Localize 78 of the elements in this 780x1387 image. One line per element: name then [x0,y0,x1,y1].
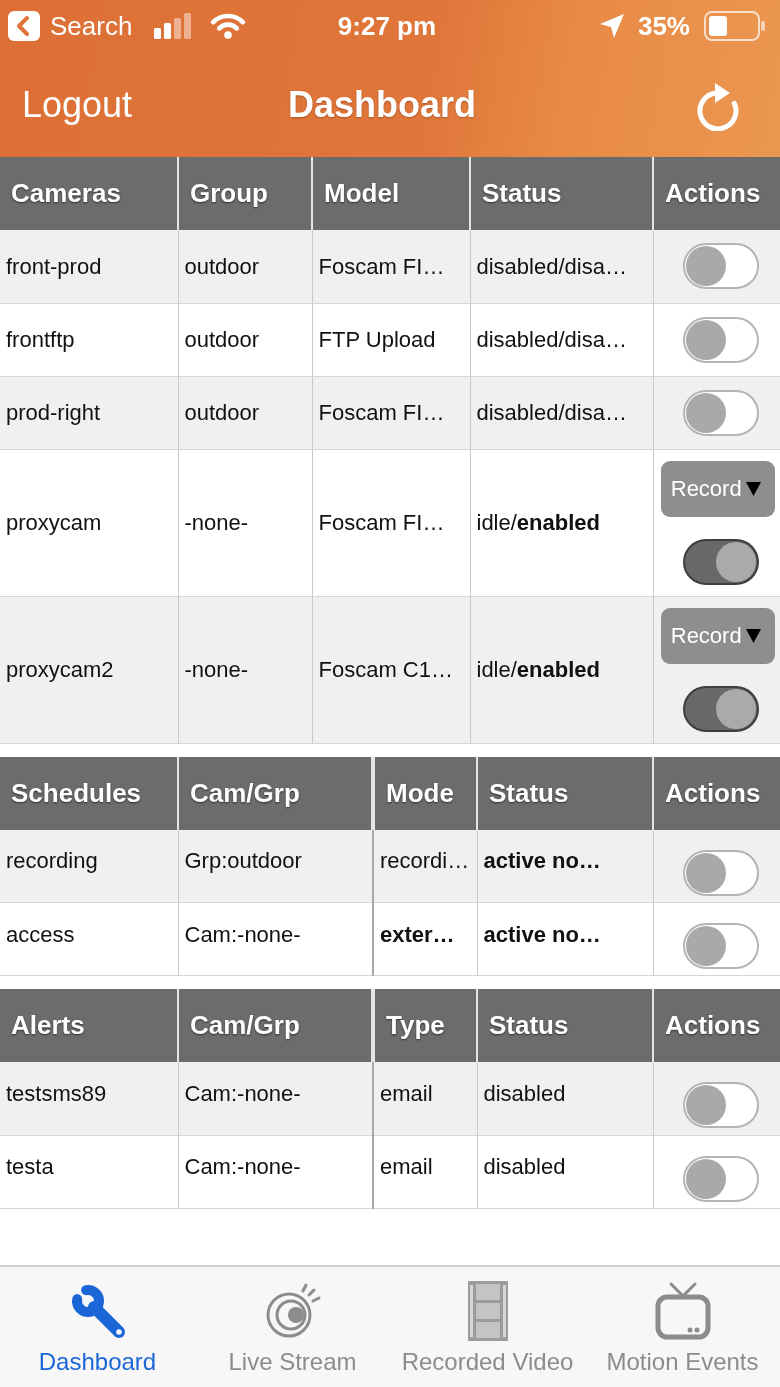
table-cell: exter… [373,902,477,976]
column-header: Type [373,989,477,1062]
table-cell: proxycam2 [0,596,178,743]
table-cell: disabled [477,1062,653,1135]
tab-button[interactable]: Motion Events [585,1267,780,1387]
table-cell: frontftp [0,303,178,376]
battery-icon [704,11,766,41]
toggle-switch[interactable] [682,316,759,363]
table-cell: active no… [477,902,653,976]
table-cell: front-prod [0,230,178,303]
page-title: Dashboard [287,84,476,125]
table-cell: Cam:-none- [178,902,373,976]
wifi-icon [210,12,247,40]
table-cell: access [0,902,178,976]
column-header: Actions [653,756,780,830]
table-cell: proxycam [0,449,178,596]
toggle-switch[interactable] [682,1082,759,1129]
table-cell: disabled/disa… [470,376,653,449]
table-cell: recordi… [373,829,477,903]
column-header: Mode [373,756,477,830]
toggle-switch[interactable] [682,243,759,290]
table-cell: testsms89 [0,1062,178,1135]
table-cell: email [373,1135,477,1208]
caret-icon [745,628,761,643]
battery-percent: 35% [637,9,690,43]
signal-icon [154,13,193,39]
table-cell: recording [0,829,178,903]
back-icon [8,11,40,41]
back-button[interactable]: Search [8,11,133,41]
table-cell: testa [0,1135,178,1208]
column-header: Actions [653,157,780,230]
column-header: Group [178,157,312,230]
column-header: Status [477,989,653,1062]
table-cell: FTP Upload [312,303,470,376]
table-cell: Cam:-none- [178,1135,373,1208]
column-header: Alerts [0,989,178,1062]
column-header: Actions [653,989,780,1062]
tab-button[interactable]: Dashboard [0,1267,195,1387]
table-cell: disabled/disa… [470,303,653,376]
caret-icon [745,481,761,496]
toggle-switch[interactable] [682,849,759,896]
table-cell: prod-right [0,376,178,449]
table-cell: active no… [477,829,653,903]
table-cell: -none- [178,449,312,596]
toggle-switch[interactable] [682,389,759,436]
table-cell: Foscam FI… [312,449,470,596]
column-header: Status [477,756,653,830]
table-cell: Foscam FI… [312,230,470,303]
column-header: Model [312,157,470,230]
tv-icon [654,1281,711,1341]
table-cell: -none- [178,596,312,743]
tab-button[interactable]: Recorded Video [390,1267,585,1387]
column-header: Status [470,157,653,230]
status-time: 9:27 pm [337,9,437,43]
table-cell: Foscam FI… [312,376,470,449]
toggle-switch[interactable] [682,538,759,585]
toggle-switch[interactable] [682,1155,759,1202]
logout-button[interactable]: Logout [22,84,133,125]
table-cell: disabled [477,1135,653,1208]
column-header: Cameras [0,157,178,230]
film-strip-icon [467,1281,508,1341]
column-header: Cam/Grp [178,756,373,830]
table-cell: idle/enabled [470,596,653,743]
table-cell: outdoor [178,303,312,376]
column-header: Schedules [0,756,178,830]
table-cell: outdoor [178,230,312,303]
table-cell: idle/enabled [470,449,653,596]
record-dropdown[interactable]: Record [660,607,775,664]
table-cell: outdoor [178,376,312,449]
table-cell: Foscam C1… [312,596,470,743]
table-cell: email [373,1062,477,1135]
tab-button[interactable]: Live Stream [195,1267,390,1387]
column-header: Cam/Grp [178,989,373,1062]
table-cell: disabled/disa… [470,230,653,303]
record-dropdown[interactable]: Record [660,460,775,517]
toggle-switch[interactable] [682,685,759,732]
location-arrow-icon [599,14,624,38]
toggle-switch[interactable] [682,923,759,969]
